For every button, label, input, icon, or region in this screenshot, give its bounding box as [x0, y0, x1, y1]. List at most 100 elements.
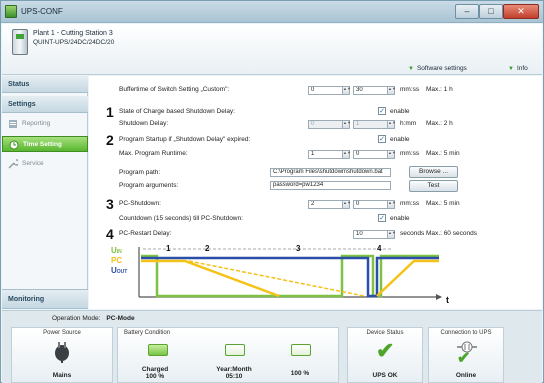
device-status-tile: Device Status ✔ UPS OK	[347, 327, 423, 383]
shutdown-minutes-input[interactable]: 1	[353, 120, 388, 129]
app-icon	[5, 5, 17, 18]
phase-marker-1: 1	[166, 244, 171, 253]
nav-item-reporting[interactable]: Reporting	[2, 116, 88, 132]
program-startup-enable-checkbox[interactable]: ✓	[378, 135, 386, 143]
info-link[interactable]: ▼ Info	[508, 65, 528, 72]
phase-marker-2: 2	[205, 244, 210, 253]
buffertime-label: Buffertime of Switch Setting „Custom":	[119, 86, 230, 93]
pc-shutdown-minutes-input[interactable]: 2	[308, 200, 343, 209]
maximize-button[interactable]: □	[479, 4, 503, 19]
reporting-icon	[9, 120, 17, 128]
window-title: UPS-CONF	[21, 7, 63, 16]
soc-enable-label: enable	[390, 108, 410, 115]
pc-shutdown-seconds-spinner[interactable]: ▲▼	[387, 200, 396, 209]
connection-tile: Connection to UPS ✔ Online	[428, 327, 504, 383]
power-source-title: Power Source	[43, 330, 81, 336]
wrench-icon	[8, 159, 18, 169]
shutdown-hours-spinner[interactable]: ▲▼	[342, 120, 351, 129]
buffertime-seconds-input[interactable]: 30	[353, 86, 388, 95]
pc-shutdown-unit: mm:ss	[400, 200, 420, 207]
pc-shutdown-seconds-input[interactable]: 0	[353, 200, 388, 209]
device-header: Plant 1 - Cutting Station 3 QUINT-UPS/24…	[2, 24, 542, 75]
triangle-down-icon: ▼	[508, 66, 514, 72]
checkmark-icon: ✔	[376, 338, 395, 363]
browse-button[interactable]: Browse ...	[409, 166, 458, 178]
pc-restart-input[interactable]: 10	[353, 230, 388, 239]
phase-marker-3: 3	[296, 244, 301, 253]
buffertime-seconds-spinner[interactable]: ▲▼	[387, 86, 396, 95]
runtime-seconds-spinner[interactable]: ▲▼	[387, 150, 396, 159]
nav-item-service[interactable]: Service	[2, 156, 88, 172]
buffertime-max: Max.: 1 h	[426, 86, 453, 93]
pc-label: PC	[111, 256, 122, 265]
u-out-label: UOUT	[111, 266, 127, 275]
pc-dashed-ramp	[188, 260, 365, 297]
operation-mode-label: Operation Mode:	[52, 315, 101, 322]
u-out-signal	[141, 256, 439, 298]
runtime-minutes-spinner[interactable]: ▲▼	[342, 150, 351, 159]
program-startup-enable-label: enable	[390, 136, 410, 143]
buffertime-minutes-spinner[interactable]: ▲▼	[342, 86, 351, 95]
runtime-seconds-input[interactable]: 0	[353, 150, 388, 159]
power-plug-icon	[55, 342, 69, 363]
runtime-minutes-input[interactable]: 1	[308, 150, 343, 159]
shutdown-hours-input[interactable]: 0	[308, 120, 343, 129]
nav-item-label: Time Setting	[23, 141, 62, 148]
step-number-1: 1	[106, 104, 114, 120]
info-label: Info	[516, 65, 528, 72]
app-window: UPS-CONF – □ ✕ Plant 1 - Cutting Station…	[0, 0, 544, 383]
pc-restart-spinner[interactable]: ▲▼	[387, 230, 396, 239]
program-path-input[interactable]: C:\Program Files\shutdown\shutdown.bat	[270, 168, 391, 177]
u-in-label: UIN	[111, 246, 122, 255]
software-settings-link[interactable]: ▼ Software settings	[408, 65, 467, 72]
shutdown-unit: h:mm	[400, 120, 417, 127]
pc-shutdown-minutes-spinner[interactable]: ▲▼	[342, 200, 351, 209]
pc-restart-unit: seconds	[400, 230, 425, 237]
test-button[interactable]: Test	[409, 180, 458, 192]
nav-settings[interactable]: Settings	[2, 96, 88, 113]
shutdown-delay-label: Shutdown Delay:	[119, 120, 169, 127]
operation-mode-value: PC-Mode	[106, 315, 135, 322]
operation-mode: Operation Mode: PC-Mode	[52, 315, 135, 322]
t-axis-label: t	[446, 295, 449, 305]
max-runtime-label: Max. Program Runtime:	[119, 150, 188, 157]
soc-shutdown-label: State of Charge based Shutdown Delay:	[119, 108, 235, 115]
battery-charged-icon	[148, 344, 168, 356]
shutdown-minutes-spinner[interactable]: ▲▼	[387, 120, 396, 129]
nav-item-label: Service	[22, 160, 44, 167]
plant-name: Plant 1 - Cutting Station 3	[33, 30, 113, 37]
step-number-2: 2	[106, 132, 114, 148]
soc-enable-checkbox[interactable]: ✓	[378, 107, 386, 115]
step-number-4: 4	[106, 226, 114, 242]
countdown-label: Countdown (15 seconds) till PC-Shutdown:	[119, 215, 243, 222]
shutdown-max: Max.: 2 h	[426, 120, 453, 127]
battery-plus-icon	[291, 344, 311, 356]
device-status-value: UPS OK	[372, 372, 398, 379]
program-path-label: Program path:	[119, 169, 161, 176]
sidebar: Status Settings Reporting Time Setting S…	[2, 76, 88, 309]
program-arguments-input[interactable]: password=pw1234	[270, 181, 391, 190]
battery-condition-title: Battery Condition	[124, 330, 171, 336]
buffertime-minutes-input[interactable]: 0	[308, 86, 343, 95]
device-model: QUINT-UPS/24DC/24DC/20	[33, 39, 115, 46]
pc-restart-max: Max.: 60 seconds	[426, 230, 477, 237]
nav-item-time-setting[interactable]: Time Setting	[2, 136, 88, 152]
nav-item-label: Reporting	[22, 120, 51, 127]
software-settings-label: Software settings	[416, 65, 467, 72]
pc-signal-restart	[376, 259, 439, 297]
device-status-title: Device Status	[366, 330, 404, 336]
runtime-unit: mm:ss	[400, 150, 420, 157]
ups-device-icon	[12, 29, 28, 55]
timing-diagram: UIN PC UOUT t 1 2 3 4	[111, 244, 449, 305]
minimize-button[interactable]: –	[455, 4, 479, 19]
clock-icon	[9, 140, 19, 150]
pc-shutdown-max: Max.: 5 min	[426, 200, 460, 207]
nav-monitoring[interactable]: Monitoring	[2, 289, 88, 309]
title-bar: UPS-CONF – □ ✕	[1, 1, 543, 23]
close-button[interactable]: ✕	[503, 4, 539, 19]
program-arguments-label: Program arguments:	[119, 182, 179, 189]
nav-status[interactable]: Status	[2, 76, 88, 93]
program-startup-label: Program Startup if „Shutdown Delay" expi…	[119, 136, 251, 143]
countdown-enable-checkbox[interactable]: ✓	[378, 214, 386, 222]
runtime-max: Max.: 5 min	[426, 150, 460, 157]
